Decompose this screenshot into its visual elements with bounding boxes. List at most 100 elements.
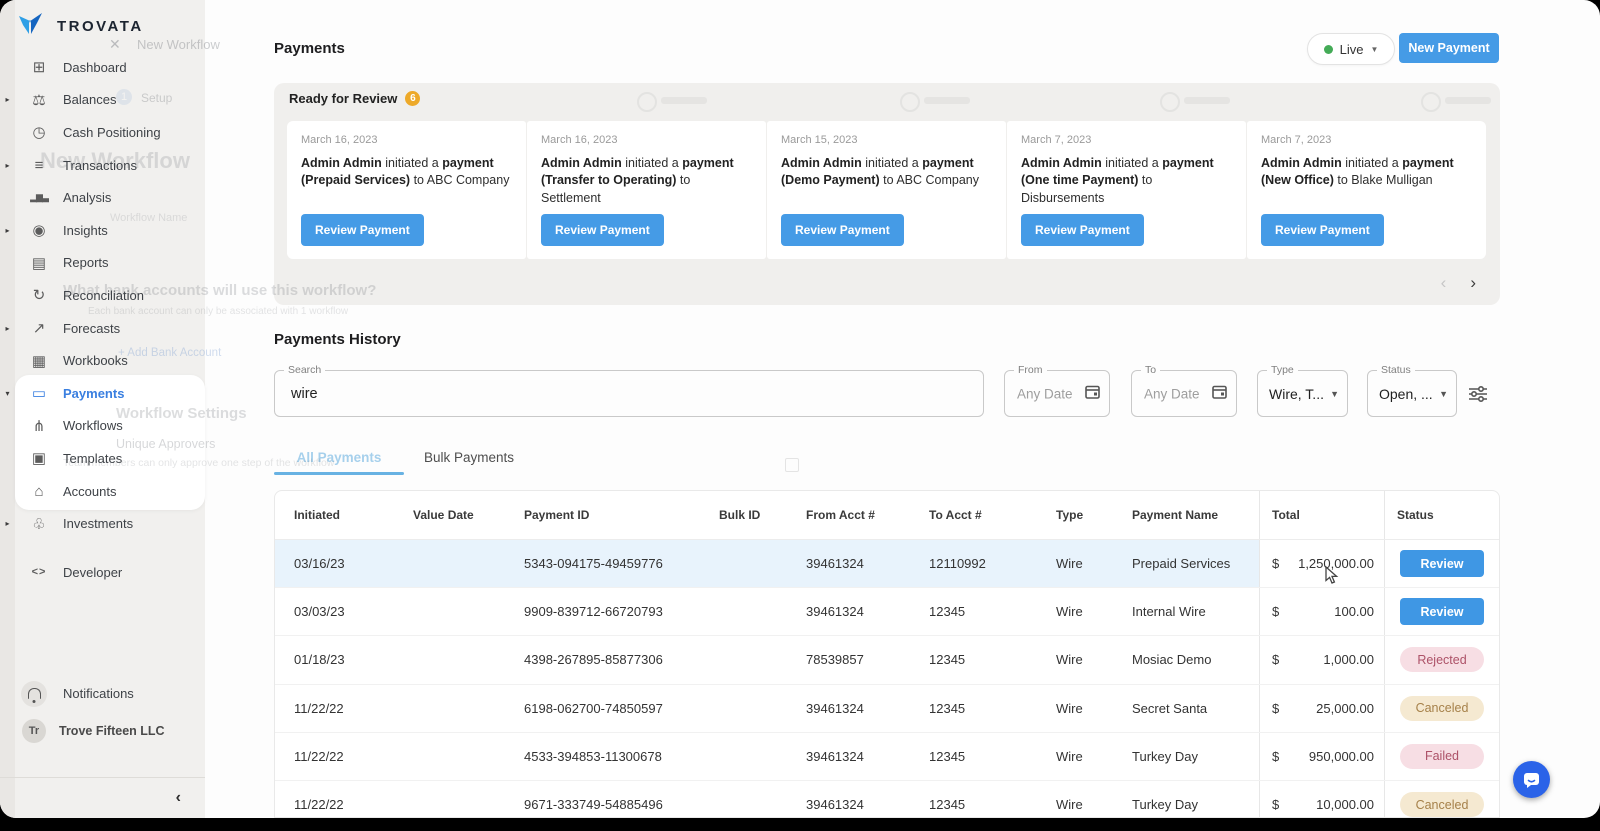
cell-value-date — [413, 588, 524, 635]
review-button[interactable]: Review — [1400, 598, 1484, 625]
chat-launcher-button[interactable] — [1513, 761, 1550, 798]
pager-prev-icon[interactable]: ‹ — [1441, 273, 1447, 293]
app-window: TROVATA ⊞ Dashboard ▸ ⚖ Balances ◷ Cash … — [0, 0, 1600, 818]
ready-for-review-label: Ready for Review — [289, 91, 397, 106]
currency-symbol: $ — [1272, 652, 1279, 667]
notifications-button[interactable]: Notifications — [0, 677, 205, 710]
insights-icon: ◉ — [24, 221, 54, 239]
chevron-right-icon[interactable]: ▸ — [0, 324, 15, 333]
sidebar-item-workflows[interactable]: ⋔ Workflows — [0, 410, 205, 443]
chevron-right-icon[interactable]: ▸ — [0, 161, 15, 170]
chevron-right-icon[interactable]: ▸ — [0, 519, 15, 528]
ghost-checkbox — [785, 458, 799, 472]
investments-icon: ♧ — [24, 515, 54, 533]
table-row[interactable]: 11/22/229671-333749-54885496394613241234… — [275, 781, 1499, 818]
sidebar-item-templates[interactable]: ▣ Templates — [0, 442, 205, 475]
review-payment-button[interactable]: Review Payment — [781, 214, 904, 246]
filter-sliders-icon[interactable] — [1469, 386, 1487, 407]
to-date-input[interactable]: To Any Date — [1131, 370, 1237, 417]
column-header-bulk-id: Bulk ID — [719, 491, 806, 539]
calendar-icon[interactable] — [1212, 384, 1227, 404]
review-payment-button[interactable]: Review Payment — [1261, 214, 1384, 246]
pager-next-icon[interactable]: › — [1470, 273, 1476, 293]
column-header-type: Type — [1056, 491, 1132, 539]
collapse-sidebar-icon[interactable]: ‹ — [176, 789, 181, 807]
sidebar-item-label: Balances — [63, 92, 116, 107]
column-header-initiated: Initiated — [294, 491, 413, 539]
transactions-icon: ≡ — [24, 157, 54, 174]
table-row[interactable]: 01/18/234398-267895-85877306785398571234… — [275, 636, 1499, 684]
sidebar-item-label: Workbooks — [63, 353, 128, 368]
card-date: March 7, 2023 — [1261, 134, 1472, 146]
from-label: From — [1014, 364, 1047, 376]
review-payment-button[interactable]: Review Payment — [1021, 214, 1144, 246]
org-switcher[interactable]: Tr Trove Fifteen LLC — [0, 714, 205, 747]
sidebar-item-transactions[interactable]: ▸ ≡ Transactions — [0, 149, 205, 182]
sidebar-item-accounts[interactable]: ⌂ Accounts — [0, 475, 205, 508]
sidebar-item-reports[interactable]: ▤ Reports — [0, 247, 205, 280]
sidebar-item-forecasts[interactable]: ▸ ↗ Forecasts — [0, 312, 205, 345]
total-amount: 10,000.00 — [1316, 797, 1374, 812]
active-tab-underline — [274, 472, 404, 475]
sidebar-item-dashboard[interactable]: ⊞ Dashboard — [0, 51, 205, 84]
tab-bulk-payments[interactable]: Bulk Payments — [404, 450, 534, 465]
cell-bulk-id — [719, 781, 806, 818]
table-row[interactable]: 03/03/239909-839712-66720793394613241234… — [275, 588, 1499, 636]
sidebar-item-label: Reconciliation — [63, 288, 144, 303]
chevron-down-icon: ▼ — [1370, 45, 1378, 54]
search-input[interactable]: Search wire — [274, 370, 984, 417]
sidebar-item-balances[interactable]: ▸ ⚖ Balances — [0, 84, 205, 117]
cell-bulk-id — [719, 733, 806, 780]
from-placeholder: Any Date — [1017, 386, 1073, 401]
status-badge-canceled: Canceled — [1400, 696, 1484, 721]
dashboard-icon: ⊞ — [24, 58, 54, 76]
table-row[interactable]: 11/22/226198-062700-74850597394613241234… — [275, 685, 1499, 733]
calendar-icon[interactable] — [1085, 384, 1100, 404]
cell-to-acct: 12345 — [929, 781, 1056, 818]
ready-count-badge: 6 — [405, 91, 420, 106]
sidebar-item-payments[interactable]: ▾ ▭ Payments — [0, 377, 205, 410]
status-select[interactable]: Status Open, ... ▼ — [1367, 370, 1457, 417]
table-row[interactable]: 03/16/235343-094175-49459776394613241211… — [275, 540, 1499, 588]
cell-total: $1,250,000.00 — [1259, 540, 1384, 587]
environment-selector[interactable]: Live ▼ — [1307, 33, 1395, 65]
sidebar-item-analysis[interactable]: ▂▆▃ Analysis — [0, 181, 205, 214]
cell-initiated: 11/22/22 — [294, 733, 413, 780]
page-title: Payments — [274, 40, 345, 57]
type-label: Type — [1267, 364, 1298, 376]
sidebar-item-label: Templates — [63, 451, 122, 466]
cell-from-acct: 39461324 — [806, 540, 929, 587]
cell-status: Failed — [1384, 733, 1499, 780]
sidebar-item-investments[interactable]: ▸ ♧ Investments — [0, 507, 205, 540]
new-payment-button[interactable]: New Payment — [1399, 33, 1499, 63]
tab-all-payments[interactable]: All Payments — [274, 450, 404, 465]
sidebar-item-label: Workflows — [63, 418, 123, 433]
sidebar-item-workbooks[interactable]: ▦ Workbooks — [0, 344, 205, 377]
total-amount: 1,000.00 — [1323, 652, 1374, 667]
sidebar-item-developer[interactable]: <> Developer — [0, 556, 205, 589]
to-placeholder: Any Date — [1144, 386, 1200, 401]
cell-payment-name: Turkey Day — [1132, 781, 1259, 818]
sidebar-item-insights[interactable]: ▸ ◉ Insights — [0, 214, 205, 247]
type-select[interactable]: Type Wire, T... ▼ — [1257, 370, 1348, 417]
review-button[interactable]: Review — [1400, 550, 1484, 577]
review-payment-button[interactable]: Review Payment — [301, 214, 424, 246]
chevron-right-icon[interactable]: ▸ — [0, 95, 15, 104]
chevron-right-icon[interactable]: ▸ — [0, 226, 15, 235]
sidebar-bottom: Notifications Tr Trove Fifteen LLC ‹ — [0, 677, 205, 818]
search-value: wire — [291, 386, 318, 402]
table-row[interactable]: 11/22/224533-394853-11300678394613241234… — [275, 733, 1499, 781]
sidebar-item-reconciliation[interactable]: ↻ Reconciliation — [0, 279, 205, 312]
review-card: March 15, 2023 Admin Admin initiated a p… — [767, 121, 1006, 259]
from-date-input[interactable]: From Any Date — [1004, 370, 1110, 417]
cell-type: Wire — [1056, 636, 1132, 683]
chevron-down-icon[interactable]: ▾ — [0, 389, 15, 398]
cell-type: Wire — [1056, 781, 1132, 818]
cell-to-acct: 12345 — [929, 733, 1056, 780]
cell-initiated: 01/18/23 — [294, 636, 413, 683]
cell-value-date — [413, 733, 524, 780]
cell-initiated: 03/03/23 — [294, 588, 413, 635]
sidebar-item-cash-positioning[interactable]: ◷ Cash Positioning — [0, 116, 205, 149]
review-payment-button[interactable]: Review Payment — [541, 214, 664, 246]
total-amount: 100.00 — [1334, 604, 1374, 619]
